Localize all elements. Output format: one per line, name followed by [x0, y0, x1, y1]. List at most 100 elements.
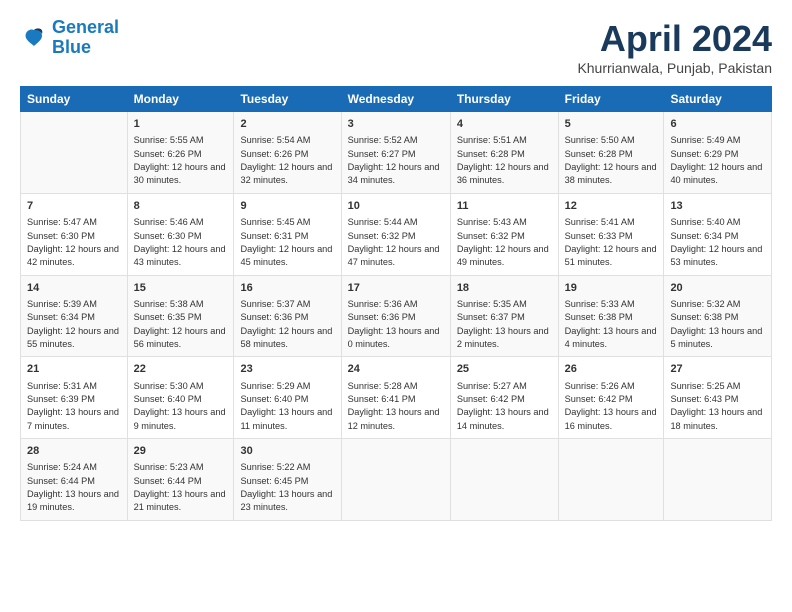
day-number: 15: [134, 281, 228, 296]
day-number: 1: [134, 117, 228, 132]
calendar-cell: 9 Sunrise: 5:45 AM Sunset: 6:31 PM Daylig…: [234, 193, 341, 275]
day-info: Sunrise: 5:43 AM Sunset: 6:32 PM Dayligh…: [457, 216, 552, 269]
day-info: Sunrise: 5:52 AM Sunset: 6:27 PM Dayligh…: [348, 134, 444, 187]
logo: GeneralBlue: [20, 18, 119, 58]
day-number: 3: [348, 117, 444, 132]
day-info: Sunrise: 5:22 AM Sunset: 6:45 PM Dayligh…: [240, 461, 334, 514]
day-number: 2: [240, 117, 334, 132]
day-info: Sunrise: 5:33 AM Sunset: 6:38 PM Dayligh…: [565, 298, 658, 351]
day-number: 11: [457, 199, 552, 214]
logo-text: GeneralBlue: [52, 18, 119, 58]
calendar-cell: 22 Sunrise: 5:30 AM Sunset: 6:40 PM Dayli…: [127, 357, 234, 439]
day-info: Sunrise: 5:30 AM Sunset: 6:40 PM Dayligh…: [134, 380, 228, 433]
calendar-cell: 15 Sunrise: 5:38 AM Sunset: 6:35 PM Dayli…: [127, 275, 234, 357]
day-number: 7: [27, 199, 121, 214]
day-info: Sunrise: 5:55 AM Sunset: 6:26 PM Dayligh…: [134, 134, 228, 187]
day-number: 21: [27, 362, 121, 377]
calendar-cell: 7Sunrise: 5:47 AM Sunset: 6:30 PM Daylig…: [21, 193, 128, 275]
day-info: Sunrise: 5:45 AM Sunset: 6:31 PM Dayligh…: [240, 216, 334, 269]
day-number: 8: [134, 199, 228, 214]
calendar-cell: 29 Sunrise: 5:23 AM Sunset: 6:44 PM Dayli…: [127, 439, 234, 521]
day-info: Sunrise: 5:46 AM Sunset: 6:30 PM Dayligh…: [134, 216, 228, 269]
title-block: April 2024 Khurrianwala, Punjab, Pakista…: [577, 18, 772, 76]
day-info: Sunrise: 5:44 AM Sunset: 6:32 PM Dayligh…: [348, 216, 444, 269]
day-info: Sunrise: 5:24 AM Sunset: 6:44 PM Dayligh…: [27, 461, 121, 514]
day-info: Sunrise: 5:26 AM Sunset: 6:42 PM Dayligh…: [565, 380, 658, 433]
calendar-cell: 28Sunrise: 5:24 AM Sunset: 6:44 PM Dayli…: [21, 439, 128, 521]
calendar-cell: 12 Sunrise: 5:41 AM Sunset: 6:33 PM Dayli…: [558, 193, 664, 275]
calendar-cell: [21, 112, 128, 194]
day-info: Sunrise: 5:27 AM Sunset: 6:42 PM Dayligh…: [457, 380, 552, 433]
calendar-cell: 5 Sunrise: 5:50 AM Sunset: 6:28 PM Daylig…: [558, 112, 664, 194]
calendar-cell: 14 Sunrise: 5:39 AM Sunset: 6:34 PM Dayli…: [21, 275, 128, 357]
calendar-cell: 24 Sunrise: 5:28 AM Sunset: 6:41 PM Dayli…: [341, 357, 450, 439]
day-info: Sunrise: 5:41 AM Sunset: 6:33 PM Dayligh…: [565, 216, 658, 269]
header-row: SundayMondayTuesdayWednesdayThursdayFrid…: [21, 87, 772, 112]
day-number: 5: [565, 117, 658, 132]
day-number: 9: [240, 199, 334, 214]
day-number: 29: [134, 444, 228, 459]
day-number: 4: [457, 117, 552, 132]
calendar-cell: 19 Sunrise: 5:33 AM Sunset: 6:38 PM Dayli…: [558, 275, 664, 357]
col-header-tuesday: Tuesday: [234, 87, 341, 112]
page: GeneralBlue April 2024 Khurrianwala, Pun…: [0, 0, 792, 612]
calendar-cell: [664, 439, 772, 521]
day-number: 30: [240, 444, 334, 459]
week-row-2: 7Sunrise: 5:47 AM Sunset: 6:30 PM Daylig…: [21, 193, 772, 275]
calendar-cell: 16 Sunrise: 5:37 AM Sunset: 6:36 PM Dayli…: [234, 275, 341, 357]
day-number: 16: [240, 281, 334, 296]
col-header-sunday: Sunday: [21, 87, 128, 112]
day-info: Sunrise: 5:28 AM Sunset: 6:41 PM Dayligh…: [348, 380, 444, 433]
day-info: Sunrise: 5:40 AM Sunset: 6:34 PM Dayligh…: [670, 216, 765, 269]
col-header-saturday: Saturday: [664, 87, 772, 112]
day-info: Sunrise: 5:38 AM Sunset: 6:35 PM Dayligh…: [134, 298, 228, 351]
day-info: Sunrise: 5:39 AM Sunset: 6:34 PM Dayligh…: [27, 298, 121, 351]
calendar-cell: 2Sunrise: 5:54 AM Sunset: 6:26 PM Daylig…: [234, 112, 341, 194]
day-number: 23: [240, 362, 334, 377]
day-info: Sunrise: 5:50 AM Sunset: 6:28 PM Dayligh…: [565, 134, 658, 187]
calendar-cell: 3 Sunrise: 5:52 AM Sunset: 6:27 PM Daylig…: [341, 112, 450, 194]
calendar-cell: 10Sunrise: 5:44 AM Sunset: 6:32 PM Dayli…: [341, 193, 450, 275]
day-info: Sunrise: 5:51 AM Sunset: 6:28 PM Dayligh…: [457, 134, 552, 187]
day-info: Sunrise: 5:23 AM Sunset: 6:44 PM Dayligh…: [134, 461, 228, 514]
day-number: 19: [565, 281, 658, 296]
header: GeneralBlue April 2024 Khurrianwala, Pun…: [20, 18, 772, 76]
day-number: 27: [670, 362, 765, 377]
day-number: 14: [27, 281, 121, 296]
col-header-friday: Friday: [558, 87, 664, 112]
day-info: Sunrise: 5:36 AM Sunset: 6:36 PM Dayligh…: [348, 298, 444, 351]
logo-bird-icon: [20, 24, 48, 52]
day-info: Sunrise: 5:37 AM Sunset: 6:36 PM Dayligh…: [240, 298, 334, 351]
day-info: Sunrise: 5:49 AM Sunset: 6:29 PM Dayligh…: [670, 134, 765, 187]
day-number: 18: [457, 281, 552, 296]
col-header-monday: Monday: [127, 87, 234, 112]
day-info: Sunrise: 5:29 AM Sunset: 6:40 PM Dayligh…: [240, 380, 334, 433]
calendar-cell: 23 Sunrise: 5:29 AM Sunset: 6:40 PM Dayli…: [234, 357, 341, 439]
calendar-cell: 27 Sunrise: 5:25 AM Sunset: 6:43 PM Dayli…: [664, 357, 772, 439]
day-number: 12: [565, 199, 658, 214]
day-info: Sunrise: 5:25 AM Sunset: 6:43 PM Dayligh…: [670, 380, 765, 433]
calendar-cell: 4 Sunrise: 5:51 AM Sunset: 6:28 PM Daylig…: [450, 112, 558, 194]
calendar-table: SundayMondayTuesdayWednesdayThursdayFrid…: [20, 86, 772, 521]
calendar-cell: 17Sunrise: 5:36 AM Sunset: 6:36 PM Dayli…: [341, 275, 450, 357]
week-row-4: 21Sunrise: 5:31 AM Sunset: 6:39 PM Dayli…: [21, 357, 772, 439]
calendar-cell: 25 Sunrise: 5:27 AM Sunset: 6:42 PM Dayli…: [450, 357, 558, 439]
week-row-3: 14 Sunrise: 5:39 AM Sunset: 6:34 PM Dayli…: [21, 275, 772, 357]
calendar-cell: 26Sunrise: 5:26 AM Sunset: 6:42 PM Dayli…: [558, 357, 664, 439]
calendar-cell: 21Sunrise: 5:31 AM Sunset: 6:39 PM Dayli…: [21, 357, 128, 439]
day-number: 25: [457, 362, 552, 377]
day-number: 13: [670, 199, 765, 214]
day-number: 20: [670, 281, 765, 296]
calendar-cell: [450, 439, 558, 521]
calendar-cell: 13 Sunrise: 5:40 AM Sunset: 6:34 PM Dayli…: [664, 193, 772, 275]
day-number: 24: [348, 362, 444, 377]
calendar-cell: 8 Sunrise: 5:46 AM Sunset: 6:30 PM Daylig…: [127, 193, 234, 275]
calendar-cell: 1 Sunrise: 5:55 AM Sunset: 6:26 PM Daylig…: [127, 112, 234, 194]
calendar-cell: [341, 439, 450, 521]
calendar-cell: [558, 439, 664, 521]
day-number: 22: [134, 362, 228, 377]
col-header-wednesday: Wednesday: [341, 87, 450, 112]
col-header-thursday: Thursday: [450, 87, 558, 112]
day-number: 6: [670, 117, 765, 132]
day-info: Sunrise: 5:35 AM Sunset: 6:37 PM Dayligh…: [457, 298, 552, 351]
